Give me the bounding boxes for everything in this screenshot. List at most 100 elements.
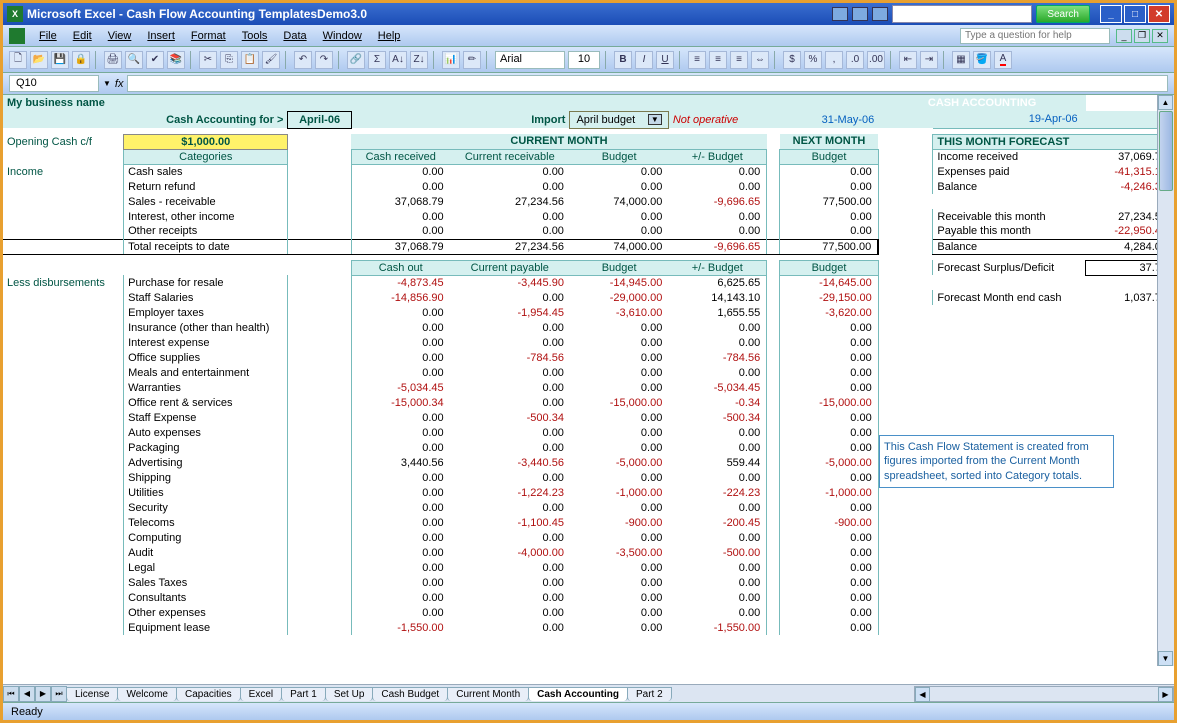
cell[interactable] xyxy=(3,590,124,605)
cell[interactable]: Forecast Surplus/Deficit xyxy=(933,260,1086,275)
cell[interactable]: 0.00 xyxy=(450,380,570,395)
cell[interactable]: NEXT MONTH xyxy=(780,134,878,149)
cell[interactable]: -900.00 xyxy=(780,515,878,530)
cell[interactable]: 0.00 xyxy=(351,575,449,590)
cell[interactable]: -3,620.00 xyxy=(780,305,878,320)
cell[interactable]: 0.00 xyxy=(570,164,668,179)
cell[interactable]: 0.00 xyxy=(570,575,668,590)
spell-icon[interactable]: ✔ xyxy=(146,51,164,69)
horizontal-scrollbar[interactable]: ◀ ▶ xyxy=(914,686,1174,702)
cell[interactable] xyxy=(3,545,124,560)
cell[interactable]: 0.00 xyxy=(668,224,766,239)
print-icon[interactable]: 🖨 xyxy=(104,51,122,69)
sheet-tab[interactable]: Part 2 xyxy=(627,687,672,701)
cell[interactable]: Warranties xyxy=(124,380,288,395)
cell[interactable]: 19-Apr-06 xyxy=(933,111,1174,128)
cell[interactable] xyxy=(3,395,124,410)
cell[interactable]: $1,000.00 xyxy=(124,134,288,149)
cell[interactable]: -9,696.65 xyxy=(668,194,766,209)
copy-icon[interactable]: ⎘ xyxy=(220,51,238,69)
tab-next-icon[interactable]: ▶ xyxy=(35,686,51,702)
cell[interactable]: 0.00 xyxy=(351,425,449,440)
cell[interactable]: -4,000.00 xyxy=(450,545,570,560)
cell[interactable] xyxy=(3,350,124,365)
borders-icon[interactable]: ▦ xyxy=(952,51,970,69)
cell[interactable]: 0.00 xyxy=(780,380,878,395)
sheet-tab[interactable]: Current Month xyxy=(447,687,529,701)
cell[interactable]: 0.00 xyxy=(570,320,668,335)
cell[interactable]: 27,234.56 xyxy=(450,239,570,254)
scroll-up-icon[interactable]: ▲ xyxy=(1158,95,1173,110)
cell[interactable]: 0.00 xyxy=(351,209,449,224)
cell[interactable]: 0.00 xyxy=(351,530,449,545)
cell[interactable]: 0.00 xyxy=(780,500,878,515)
help-question-input[interactable] xyxy=(960,28,1110,44)
cell[interactable] xyxy=(3,485,124,500)
cell[interactable]: Interest, other income xyxy=(124,209,288,224)
cell[interactable]: Sales - receivable xyxy=(124,194,288,209)
cell[interactable]: 0.00 xyxy=(780,560,878,575)
cell[interactable]: -14,645.00 xyxy=(780,275,878,290)
open-icon[interactable]: 📂 xyxy=(30,51,48,69)
formula-input[interactable] xyxy=(127,75,1168,92)
sheet-tab[interactable]: Welcome xyxy=(117,687,177,701)
dropdown-icon[interactable]: ▼ xyxy=(103,79,111,88)
cell[interactable]: 0.00 xyxy=(351,365,449,380)
cell[interactable]: -5,034.45 xyxy=(668,380,766,395)
cell[interactable]: 0.00 xyxy=(570,470,668,485)
cell[interactable]: 0.00 xyxy=(780,209,878,224)
cell[interactable]: 0.00 xyxy=(780,179,878,194)
sheet-tab[interactable]: Part 1 xyxy=(281,687,326,701)
cell[interactable]: Computing xyxy=(124,530,288,545)
cell[interactable]: 0.00 xyxy=(450,365,570,380)
cell[interactable]: 0.00 xyxy=(780,320,878,335)
cell[interactable]: 0.00 xyxy=(780,410,878,425)
redo-icon[interactable]: ↷ xyxy=(315,51,333,69)
menu-tools[interactable]: Tools xyxy=(234,28,276,44)
cell[interactable]: 0.00 xyxy=(450,590,570,605)
cell[interactable]: Budget xyxy=(570,260,668,275)
hyperlink-icon[interactable]: 🔗 xyxy=(347,51,365,69)
sheet-tab[interactable]: Cash Budget xyxy=(372,687,448,701)
cut-icon[interactable]: ✂ xyxy=(199,51,217,69)
cell[interactable]: Receivable this month xyxy=(933,209,1086,224)
cell[interactable]: 0.00 xyxy=(780,620,878,635)
cell[interactable]: Less disbursements xyxy=(3,275,124,290)
autosum-icon[interactable]: Σ xyxy=(368,51,386,69)
cell[interactable]: -14,856.90 xyxy=(351,290,449,305)
cell[interactable]: 0.00 xyxy=(780,530,878,545)
cell[interactable]: 0.00 xyxy=(351,485,449,500)
cell[interactable]: 0.00 xyxy=(351,470,449,485)
cell[interactable]: Sales Taxes xyxy=(124,575,288,590)
cell[interactable]: Equipment lease xyxy=(124,620,288,635)
cell[interactable]: 0.00 xyxy=(668,179,766,194)
cell[interactable] xyxy=(3,515,124,530)
cell[interactable] xyxy=(3,179,124,194)
cell[interactable]: -15,000.00 xyxy=(780,395,878,410)
cell[interactable] xyxy=(3,290,124,305)
cell[interactable]: 559.44 xyxy=(668,455,766,470)
cell[interactable]: Budget xyxy=(570,149,668,164)
cell[interactable]: 0.00 xyxy=(351,335,449,350)
cell[interactable]: 0.00 xyxy=(351,305,449,320)
cell[interactable]: 0.00 xyxy=(668,440,766,455)
cell[interactable]: Current receivable xyxy=(450,149,570,164)
new-icon[interactable]: 🗋 xyxy=(9,51,27,69)
cell[interactable]: Balance xyxy=(933,179,1086,194)
cell[interactable]: 0.00 xyxy=(570,560,668,575)
preview-icon[interactable]: 🔍 xyxy=(125,51,143,69)
cell[interactable]: 0.00 xyxy=(780,575,878,590)
cell[interactable]: Interest expense xyxy=(124,335,288,350)
cell[interactable]: 0.00 xyxy=(668,575,766,590)
titlebar-icon-2[interactable] xyxy=(852,7,868,21)
cell[interactable]: -500.00 xyxy=(668,545,766,560)
cell[interactable]: -4,873.45 xyxy=(351,275,449,290)
maximize-button[interactable]: □ xyxy=(1124,5,1146,23)
cell[interactable]: 0.00 xyxy=(570,530,668,545)
cell[interactable]: 0.00 xyxy=(570,440,668,455)
cell[interactable]: -1,000.00 xyxy=(570,485,668,500)
cell[interactable] xyxy=(3,335,124,350)
cell[interactable]: -29,000.00 xyxy=(570,290,668,305)
dec-indent-icon[interactable]: ⇤ xyxy=(899,51,917,69)
name-box[interactable]: Q10 xyxy=(9,75,99,92)
